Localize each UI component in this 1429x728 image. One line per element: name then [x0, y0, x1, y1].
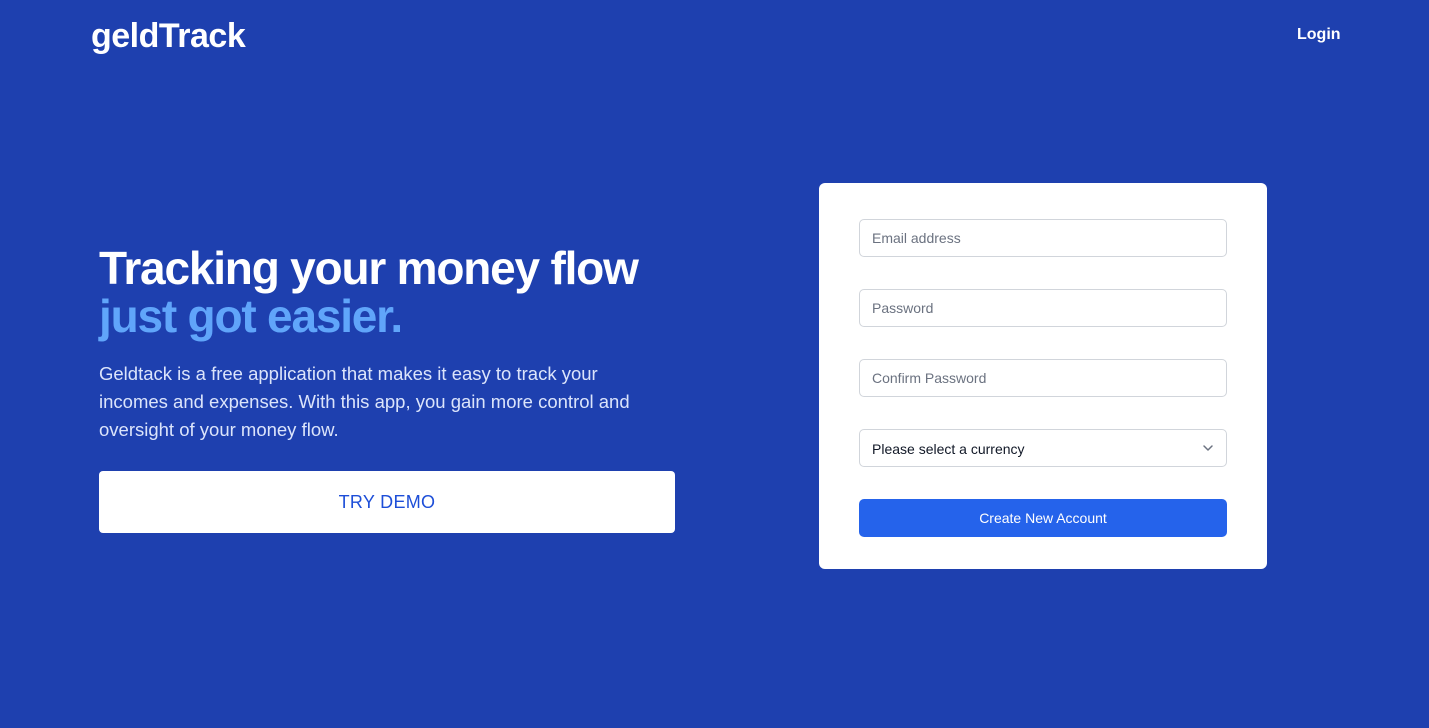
hero-section: Tracking your money flow just got easier… [99, 244, 679, 444]
app-logo[interactable]: geldTrack [91, 15, 246, 57]
login-link[interactable]: Login [1297, 25, 1341, 45]
chevron-down-icon [1203, 445, 1213, 451]
signup-card: Please select a currency Create New Acco… [819, 183, 1267, 569]
email-field[interactable] [859, 219, 1227, 257]
try-demo-button[interactable]: TRY DEMO [99, 471, 675, 533]
create-account-button[interactable]: Create New Account [859, 499, 1227, 537]
password-field[interactable] [859, 289, 1227, 327]
currency-select-value: Please select a currency [872, 441, 1025, 457]
hero-headline-line2: just got easier. [99, 290, 403, 342]
confirm-password-field[interactable] [859, 359, 1227, 397]
hero-headline: Tracking your money flow just got easier… [99, 244, 679, 340]
currency-select[interactable]: Please select a currency [859, 429, 1227, 467]
hero-headline-line1: Tracking your money flow [99, 242, 639, 294]
hero-description: Geldtack is a free application that make… [99, 363, 630, 440]
